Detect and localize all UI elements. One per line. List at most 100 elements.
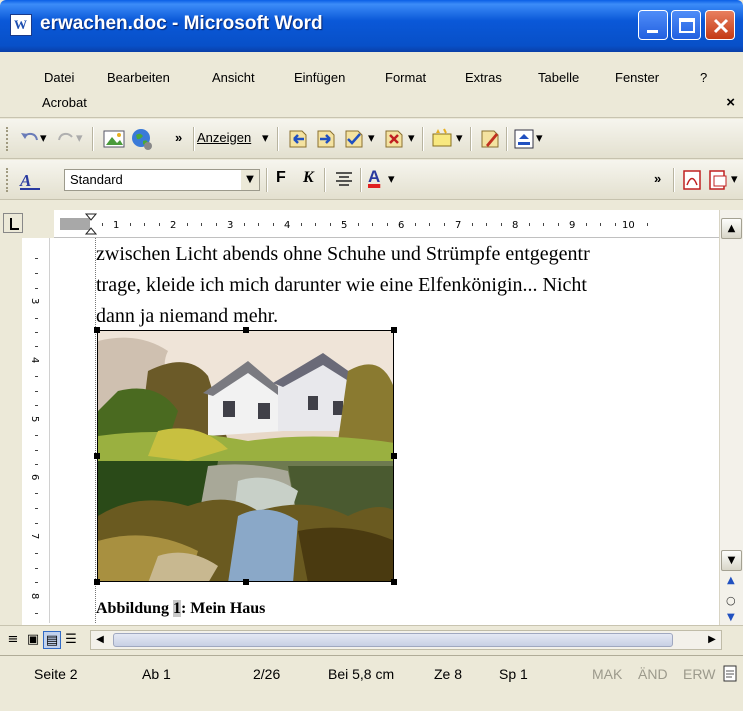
undo-icon[interactable] (18, 127, 42, 151)
scroll-right-button[interactable]: ▶ (703, 631, 721, 649)
paragraph-line[interactable]: trage, kleide ich mich darunter wie eine… (96, 274, 587, 297)
svg-text:4: 4 (29, 357, 40, 363)
vertical-scrollbar[interactable]: ▲ ▼ ▲ ○ ▼ (719, 210, 743, 625)
next-change-icon[interactable] (314, 127, 338, 151)
menu-ansicht[interactable]: Ansicht (212, 70, 255, 85)
title-bar: erwachen.doc - Microsoft Word (0, 0, 743, 52)
status-extend[interactable]: ERW (683, 666, 715, 682)
resize-handle[interactable] (391, 579, 397, 585)
caption-suffix: : Mein Haus (180, 600, 266, 617)
align-center-icon[interactable] (332, 168, 356, 192)
svg-text:1: 1 (113, 220, 119, 231)
insert-picture-icon[interactable] (102, 127, 126, 151)
menu-extras[interactable]: Extras (465, 70, 502, 85)
previous-change-icon[interactable] (286, 127, 310, 151)
caption-prefix: Abbildung (96, 600, 173, 617)
menu-help[interactable]: ? (700, 70, 707, 85)
anzeigen-button[interactable]: Anzeigen (197, 130, 251, 145)
svg-text:7: 7 (29, 533, 40, 539)
menu-tabelle[interactable]: Tabelle (538, 70, 579, 85)
maximize-button[interactable] (671, 10, 701, 40)
status-bar: Seite 2 Ab 1 2/26 Bei 5,8 cm Ze 8 Sp 1 M… (0, 655, 743, 711)
pdf-dropdown-icon[interactable]: ▾ (731, 171, 738, 187)
menu-bearbeiten[interactable]: Bearbeiten (107, 70, 170, 85)
menu-bar: Datei Bearbeiten Ansicht Einfügen Format… (0, 52, 743, 118)
embedded-house-picture[interactable] (97, 330, 394, 582)
resize-handle[interactable] (94, 453, 100, 459)
paragraph-line[interactable]: dann ja niemand mehr. (96, 305, 278, 328)
redo-icon[interactable] (54, 127, 78, 151)
close-button[interactable] (705, 10, 735, 40)
toolbar-separator (324, 168, 325, 192)
web-layout-view-icon[interactable]: ▣ (24, 631, 42, 649)
accept-change-icon[interactable] (342, 127, 366, 151)
resize-handle[interactable] (94, 327, 100, 333)
reject-dropdown-icon[interactable]: ▾ (408, 130, 415, 146)
resize-handle[interactable] (391, 327, 397, 333)
menu-einfuegen[interactable]: Einfügen (294, 70, 345, 85)
menu-fenster[interactable]: Fenster (615, 70, 659, 85)
horizontal-scroll-thumb[interactable] (113, 633, 673, 647)
anzeigen-dropdown-icon[interactable]: ▾ (262, 130, 269, 146)
resize-handle[interactable] (94, 579, 100, 585)
bold-button[interactable]: F (276, 169, 286, 187)
toolbar-separator (506, 127, 507, 151)
scroll-down-button[interactable]: ▼ (721, 550, 742, 571)
minimize-button[interactable] (638, 10, 668, 40)
resize-handle[interactable] (243, 327, 249, 333)
resize-handle[interactable] (391, 453, 397, 459)
print-layout-view-icon[interactable]: ▤ (43, 631, 61, 649)
reviewing-pane-icon[interactable] (512, 127, 536, 151)
vertical-ruler[interactable]: 3 4 5 6 7 8 (22, 238, 50, 623)
standard-toolbar: ▾ ▾ » Anzeigen ▾ ▾ ▾ ▾ ▾ (0, 119, 743, 159)
normal-view-icon[interactable]: ≡ (4, 631, 22, 649)
caption-number-field[interactable]: 1 (172, 600, 181, 617)
document-close-button[interactable]: × (726, 94, 735, 111)
menu-format[interactable]: Format (385, 70, 426, 85)
menu-acrobat[interactable]: Acrobat (42, 95, 87, 110)
svg-text:6: 6 (398, 220, 404, 231)
pdf-email-icon[interactable] (706, 168, 730, 192)
next-page-icon[interactable]: ▼ (727, 612, 735, 623)
comment-dropdown-icon[interactable]: ▾ (456, 130, 463, 146)
svg-text:3: 3 (227, 220, 233, 231)
paragraph-line[interactable]: zwischen Licht abends ohne Schuhe und St… (96, 243, 590, 266)
toolbar-grip[interactable] (6, 168, 9, 192)
redo-dropdown-icon[interactable]: ▾ (76, 130, 83, 146)
web-globe-icon[interactable] (130, 127, 154, 151)
scroll-up-button[interactable]: ▲ (721, 218, 742, 239)
toolbar-overflow-icon[interactable]: » (654, 171, 661, 186)
figure-caption[interactable]: Abbildung 1: Mein Haus (96, 600, 265, 618)
resize-handle[interactable] (243, 579, 249, 585)
style-select-dropdown-icon[interactable]: ▼ (241, 170, 259, 190)
word-document-icon[interactable] (10, 14, 32, 36)
toolbar-grip[interactable] (6, 127, 9, 151)
font-color-dropdown-icon[interactable]: ▾ (388, 171, 395, 187)
toolbar-end-dropdown-icon[interactable]: ▾ (536, 130, 543, 146)
accept-dropdown-icon[interactable]: ▾ (368, 130, 375, 146)
svg-text:10: 10 (622, 220, 635, 231)
svg-text:A: A (19, 171, 31, 190)
font-color-button[interactable]: A (368, 167, 380, 187)
outline-view-icon[interactable]: ☰ (62, 631, 80, 649)
style-select[interactable]: Standard ▼ (64, 169, 260, 191)
status-track-changes[interactable]: ÄND (638, 666, 668, 682)
horizontal-scrollbar[interactable]: ◀ ▶ (90, 630, 722, 650)
horizontal-ruler[interactable]: 1 2 3 4 5 6 7 8 9 10 (22, 210, 719, 238)
convert-to-pdf-icon[interactable] (680, 168, 704, 192)
status-macro-record[interactable]: MAK (592, 666, 622, 682)
previous-page-icon[interactable]: ▲ (727, 575, 735, 586)
toolbar-overflow-icon[interactable]: » (175, 130, 182, 145)
scroll-left-button[interactable]: ◀ (91, 631, 109, 649)
select-browse-object-icon[interactable]: ○ (726, 594, 736, 607)
svg-text:8: 8 (512, 220, 518, 231)
new-comment-icon[interactable] (430, 127, 454, 151)
styles-and-formatting-icon[interactable]: A (18, 168, 42, 192)
track-changes-icon[interactable] (478, 127, 502, 151)
undo-dropdown-icon[interactable]: ▾ (40, 130, 47, 146)
menu-datei[interactable]: Datei (44, 70, 74, 85)
reject-change-icon[interactable] (382, 127, 406, 151)
tab-selector-button[interactable] (3, 213, 23, 233)
spelling-status-icon[interactable] (722, 665, 740, 683)
italic-button[interactable]: K (303, 169, 314, 187)
